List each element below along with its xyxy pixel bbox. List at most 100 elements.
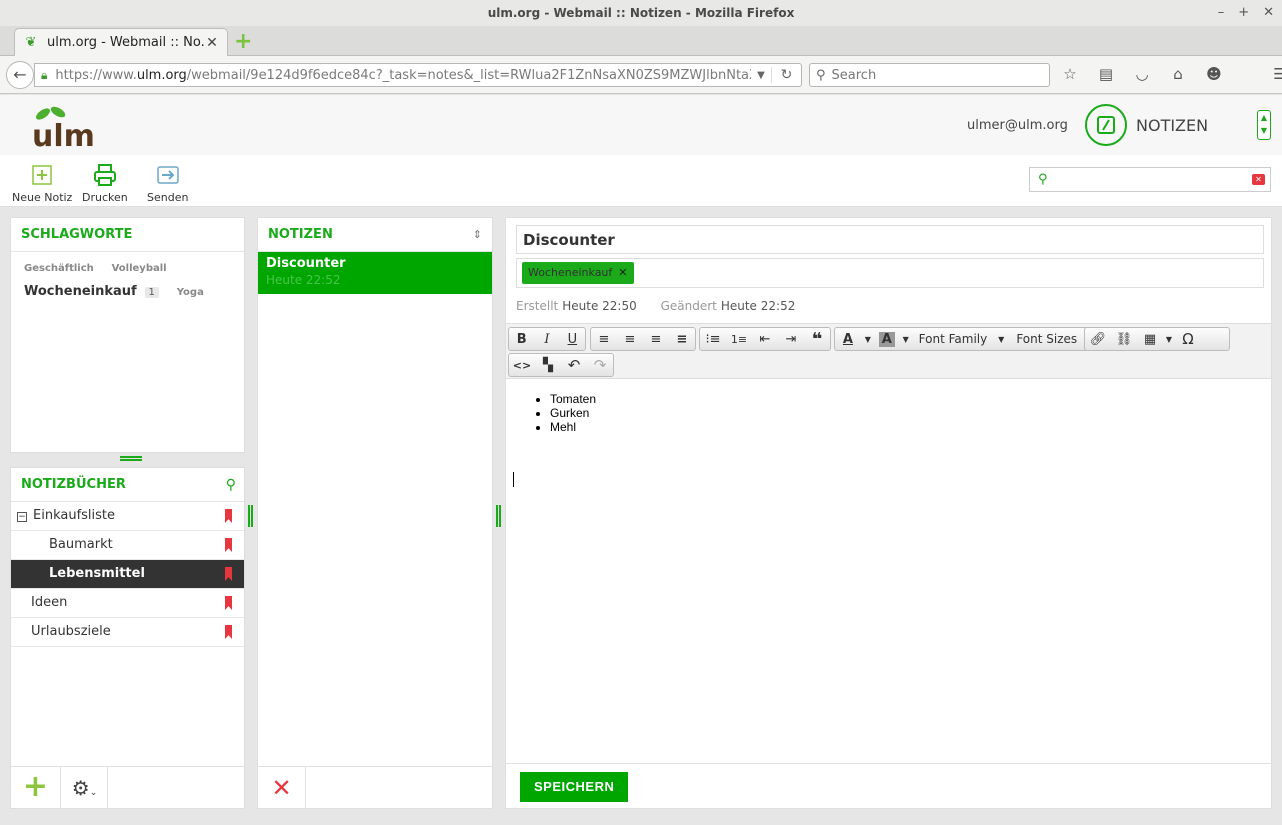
sort-chevron-icon[interactable]: ⇕ [473,218,482,252]
align-center-icon[interactable]: ≡ [617,328,643,350]
bookmark-icon[interactable] [225,625,232,639]
notebook-search-icon[interactable]: ⚲ [226,468,236,502]
blockquote-icon[interactable]: ❝ [804,328,830,350]
chevron-down-icon[interactable]: ▼ [1163,328,1175,350]
changed-value: Heute 22:52 [720,299,796,313]
note-tags-input[interactable]: Wocheneinkauf ✕ [516,258,1264,288]
source-code-icon[interactable]: <> [509,354,535,376]
note-list-item[interactable]: Discounter Heute 22:52 [258,252,492,294]
reading-list-icon[interactable]: ▤ [1096,65,1116,83]
tag-item[interactable]: Wocheneinkauf [24,284,137,299]
browser-search-input[interactable]: ⚲ Search [809,63,1050,87]
align-left-icon[interactable]: ≡ [591,328,617,350]
close-window-icon[interactable]: ✕ [1263,0,1274,26]
maximize-icon[interactable]: + [1238,0,1249,26]
note-date: Heute 22:52 [266,273,341,287]
add-notebook-button[interactable]: + [11,767,61,809]
print-button[interactable]: Drucken [82,163,128,204]
rich-text-editor[interactable]: Tomaten Gurken Mehl [506,380,1271,766]
menu-hamburger-icon[interactable]: ☰ [1270,65,1282,83]
special-character-icon[interactable]: Ω [1175,328,1201,350]
redo-icon[interactable]: ↷ [587,354,613,376]
outdent-icon[interactable]: ⇤ [752,328,778,350]
align-right-icon[interactable]: ≡ [643,328,669,350]
vertical-splitter-handle[interactable] [496,505,501,527]
user-email: ulmer@ulm.org [967,118,1068,133]
bookmark-icon[interactable] [225,596,232,610]
url-bar[interactable]: 🔒︎ https://www.ulm.org/webmail/9e124d9f6… [34,63,802,87]
module-scroll-icon[interactable]: ▲ ▼ [1257,110,1271,140]
notebook-item-ideen[interactable]: Ideen [11,589,244,618]
bookmark-icon[interactable] [225,567,232,581]
bold-button[interactable]: B [509,328,534,350]
notebook-item-lebensmittel[interactable]: Lebensmittel [11,560,244,589]
clear-search-icon[interactable]: ✕ [1252,174,1265,185]
unlink-icon[interactable]: ⛓︎ [1111,328,1137,350]
tag-item[interactable]: Yoga [177,287,204,298]
table-icon[interactable]: ▦ [1137,328,1163,350]
find-replace-binoculars-icon[interactable]: ▚ [535,354,561,376]
chevron-down-icon[interactable]: ▼ [899,328,913,350]
bookmark-icon[interactable] [225,509,232,523]
delete-note-button[interactable]: ✕ [258,767,306,809]
close-tab-icon[interactable]: ✕ [205,35,219,51]
link-icon[interactable]: 🔗︎ [1085,328,1111,350]
collapse-toggle-icon[interactable]: − [17,512,27,522]
new-note-button[interactable]: Neue Notiz [12,163,72,204]
created-label: Erstellt [516,299,559,313]
tag-item[interactable]: Volleyball [112,263,167,274]
navigation-bar: ← 🔒︎ https://www.ulm.org/webmail/9e124d9… [0,56,1282,94]
browser-tab[interactable]: ❦ ulm.org - Webmail :: No... ✕ [14,28,228,56]
tags-panel: SCHLAGWORTE Geschäftlich Volleyball Woch… [10,217,245,453]
notebooks-panel-title: NOTIZBÜCHER ⚲ [11,468,244,502]
tab-title: ulm.org - Webmail :: No... [47,35,205,50]
underline-button[interactable]: U [560,328,585,350]
tag-chip[interactable]: Wocheneinkauf ✕ [522,262,634,284]
vertical-splitter-handle[interactable] [248,505,253,527]
ulm-logo[interactable]: ulm [30,103,110,149]
notebook-item-baumarkt[interactable]: Baumarkt [11,531,244,560]
search-icon: ⚲ [1038,172,1048,187]
url-dropdown-icon[interactable]: ▼ [751,70,771,81]
bullet-list-icon[interactable]: ⁝≡ [700,328,726,350]
italic-button[interactable]: I [534,328,559,350]
home-icon[interactable]: ⌂ [1168,65,1188,83]
new-tab-icon[interactable]: + [234,31,254,53]
window-title: ulm.org - Webmail :: Notizen - Mozilla F… [487,6,795,20]
chevron-down-icon[interactable]: ▼ [861,328,875,350]
notebook-item-urlaubsziele[interactable]: Urlaubsziele [11,618,244,647]
remove-tag-icon[interactable]: ✕ [618,266,627,279]
notebooks-title-text: NOTIZBÜCHER [21,477,126,492]
send-button[interactable]: Senden [147,163,188,204]
bookmark-star-icon[interactable]: ☆ [1060,65,1080,83]
font-family-select[interactable]: Font Family ▼ [913,328,1011,350]
undo-icon[interactable]: ↶ [561,354,587,376]
reload-icon[interactable]: ↻ [771,67,801,83]
search-icon: ⚲ [816,67,826,83]
text-caret [513,472,514,487]
font-sizes-label: Font Sizes [1016,332,1078,346]
text-color-icon[interactable]: A [835,328,861,350]
save-button[interactable]: SPEICHERN [520,772,629,802]
horizontal-splitter-handle[interactable] [120,456,142,461]
notebook-settings-button[interactable]: ⚙⌄ [62,767,108,809]
minimize-icon[interactable]: – [1218,0,1225,26]
pocket-icon[interactable]: ◡ [1132,65,1152,83]
chat-icon[interactable]: ☻ [1204,65,1224,83]
bookmark-icon[interactable] [225,538,232,552]
align-justify-icon[interactable]: ≡ [669,328,695,350]
url-text[interactable]: https://www.ulm.org/webmail/9e124d9f6edc… [55,68,751,83]
quick-search-input[interactable]: ⚲ ✕ [1029,167,1271,192]
notes-module-icon[interactable] [1085,104,1127,146]
editor-toolbar: B I U ≡ ≡ ≡ ≡ ⁝≡ 1≡ ⇤ ⇥ ❝ A ▼ A ▼ Font F… [506,323,1271,379]
delete-x-icon: ✕ [271,774,292,802]
indent-icon[interactable]: ⇥ [778,328,804,350]
note-title-input[interactable]: Discounter [516,225,1264,254]
notebook-item-einkaufsliste[interactable]: − Einkaufsliste [11,502,244,531]
numbered-list-icon[interactable]: 1≡ [726,328,752,350]
tag-item[interactable]: Geschäftlich [24,263,94,274]
note-title: Discounter [266,256,346,271]
back-arrow-icon[interactable]: ← [6,61,34,89]
list-item: Tomaten [550,392,1271,406]
background-color-icon[interactable]: A [875,328,899,350]
